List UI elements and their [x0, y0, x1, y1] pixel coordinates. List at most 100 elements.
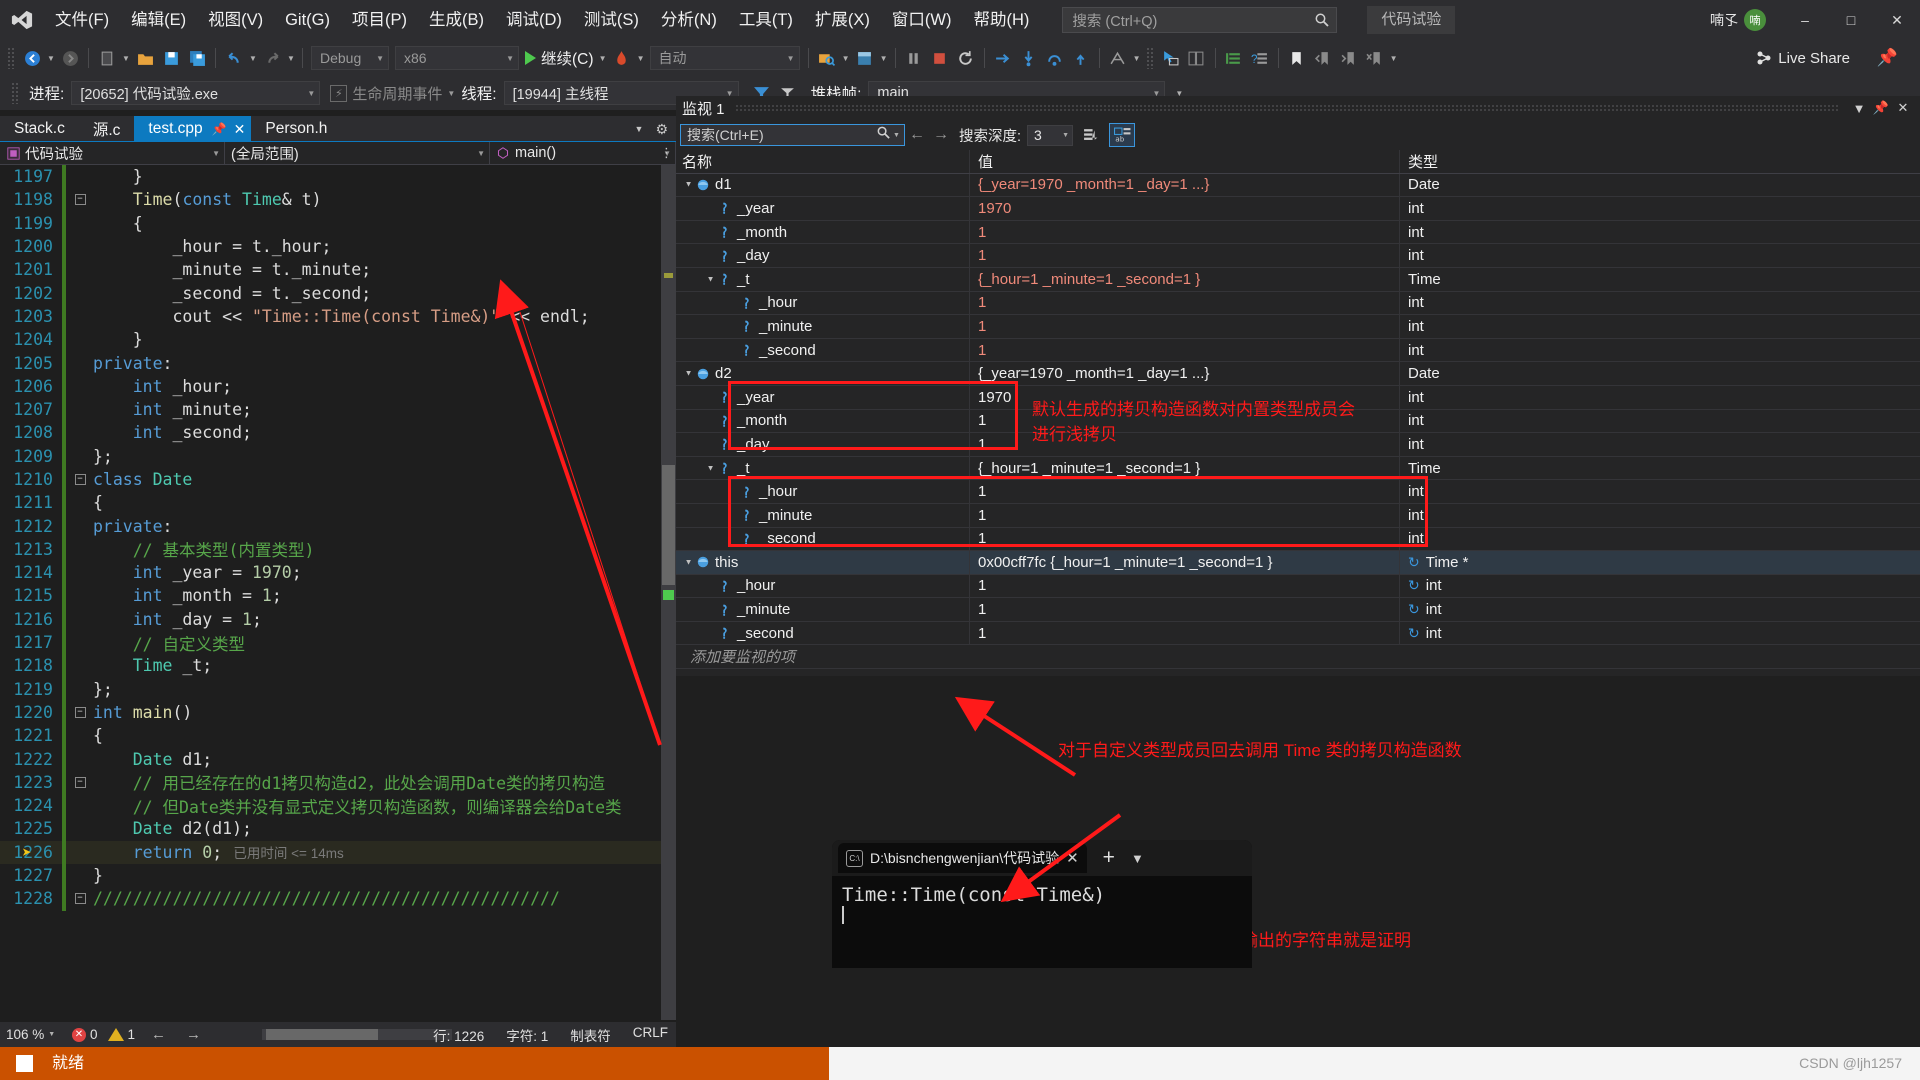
fold-toggle-icon[interactable]: −: [74, 706, 86, 718]
watch-name-cell[interactable]: ▲ this: [676, 551, 970, 574]
code-line[interactable]: 1201 _minute = t._minute;: [0, 258, 676, 282]
menu-analyze[interactable]: 分析(N): [650, 0, 728, 40]
intellicode-dropdown-icon[interactable]: ▼: [1131, 45, 1143, 71]
add-watch-row[interactable]: 添加要监视的项: [676, 645, 1920, 670]
code-line[interactable]: 1205 private:: [0, 351, 676, 375]
clear-bookmarks-icon[interactable]: [1362, 45, 1388, 71]
watch-row[interactable]: _second 1 ↻ int: [676, 621, 1920, 646]
watch-row[interactable]: ▲ d2 {_year=1970 _month=1 _day=1 ...} Date: [676, 362, 1920, 386]
code-line[interactable]: 1228 −///////////////////////////////////…: [0, 887, 676, 911]
redo-dropdown-icon[interactable]: ▼: [285, 45, 297, 71]
code-line[interactable]: 1209};: [0, 444, 676, 468]
search-depth-select[interactable]: 3 ▼: [1027, 124, 1074, 146]
live-share-button[interactable]: Live Share: [1756, 40, 1850, 76]
watch-value-cell[interactable]: 1: [970, 315, 1400, 338]
comment-lines-icon[interactable]: [1221, 45, 1247, 71]
watch-row[interactable]: ▲ this 0x00cff7fc {_hour=1 _minute=1 _seco…: [676, 551, 1920, 575]
fold-gutter[interactable]: −: [69, 776, 91, 788]
code-line[interactable]: 1225 Date d2(d1);: [0, 817, 676, 841]
compare-files-icon[interactable]: [1184, 45, 1210, 71]
pin-icon[interactable]: 📌: [1870, 100, 1892, 116]
watch-name-cell[interactable]: _minute: [676, 503, 970, 527]
step-into-icon[interactable]: [1016, 45, 1042, 71]
watch-name-cell[interactable]: _second: [676, 621, 970, 645]
hex-display-button[interactable]: ab: [1109, 123, 1136, 147]
continue-button[interactable]: 继续(C): [522, 45, 597, 71]
code-line[interactable]: 1227}: [0, 863, 676, 888]
tab-test-cpp[interactable]: test.cpp 📌 ✕: [134, 116, 252, 142]
pin-tab-icon[interactable]: 📌: [212, 122, 227, 136]
tab-stack-c[interactable]: Stack.c: [0, 116, 79, 142]
hscrollbar-thumb[interactable]: [266, 1029, 378, 1040]
code-lines-container[interactable]: 1197 } 1198− Time(const Time& t) 1199 {120…: [0, 165, 676, 1020]
search-options-icon[interactable]: ▼: [891, 132, 902, 139]
expand-collapse-icon[interactable]: ▲: [682, 558, 695, 567]
watch-value-cell[interactable]: 1: [970, 244, 1400, 267]
toolbar-grip-2[interactable]: [1145, 47, 1155, 69]
code-line[interactable]: 1210 − class Date: [0, 467, 676, 492]
attach-dropdown-icon[interactable]: ▼: [840, 45, 852, 71]
watch-name-cell[interactable]: _hour: [676, 480, 970, 503]
watch-name-cell[interactable]: ▲ _t: [676, 456, 970, 480]
continue-dropdown-icon[interactable]: ▼: [597, 45, 609, 71]
code-line[interactable]: 1222 Date d1;: [0, 747, 676, 771]
lifecycle-events-button[interactable]: ⚡ 生命周期事件 ▼: [330, 83, 455, 104]
next-bookmark-icon[interactable]: [1336, 45, 1362, 71]
expand-collapse-icon[interactable]: ▲: [682, 369, 695, 378]
code-line[interactable]: 1221 {: [0, 724, 676, 748]
menu-file[interactable]: 文件(F): [44, 0, 120, 40]
pin-icon[interactable]: 📌: [1877, 48, 1898, 68]
watch-row[interactable]: _year 1970 int: [676, 197, 1920, 221]
watch-row[interactable]: ▲ _t {_hour=1 _minute=1 _second=1 } Time: [676, 267, 1920, 292]
watch-row[interactable]: _month 1 int: [676, 220, 1920, 245]
scope-select[interactable]: (全局范围) ▼: [225, 141, 490, 165]
watch-dropdown-icon[interactable]: ▼: [1848, 101, 1870, 116]
tab-person-h[interactable]: Person.h: [251, 116, 341, 142]
fold-toggle-icon[interactable]: −: [74, 893, 86, 905]
code-line[interactable]: 1218 Time _t;: [0, 654, 676, 678]
refresh-icon[interactable]: ↻: [1408, 554, 1420, 571]
code-line[interactable]: 1214 int _year = 1970;: [0, 561, 676, 585]
watch-name-cell[interactable]: _day: [676, 244, 970, 267]
watch-name-cell[interactable]: ▲ d2: [676, 362, 970, 385]
nav-forward-icon[interactable]: →: [186, 1026, 201, 1043]
attach-to-process-icon[interactable]: [814, 45, 840, 71]
code-line[interactable]: 1199 {: [0, 211, 676, 235]
code-line[interactable]: 1219};: [0, 677, 676, 701]
menu-tools[interactable]: 工具(T): [728, 0, 804, 40]
fold-gutter[interactable]: −: [69, 706, 91, 718]
new-file-dropdown-icon[interactable]: ▼: [120, 45, 132, 71]
menu-window[interactable]: 窗口(W): [881, 0, 963, 40]
redo-icon[interactable]: [259, 45, 285, 71]
code-line[interactable]: 1208 int _second;: [0, 421, 676, 445]
menu-build[interactable]: 生成(B): [418, 0, 495, 40]
menu-help[interactable]: 帮助(H): [962, 0, 1040, 40]
code-line[interactable]: 1207 int _minute;: [0, 397, 676, 422]
process-select[interactable]: [20652] 代码试验.exe ▼: [71, 81, 321, 105]
watch-name-cell[interactable]: _minute: [676, 598, 970, 621]
watch-value-cell[interactable]: 1: [970, 480, 1400, 503]
watch-name-cell[interactable]: _minute: [676, 315, 970, 338]
gear-icon[interactable]: ⚙: [655, 121, 668, 138]
step-out-icon[interactable]: [1068, 45, 1094, 71]
stop-debugging-icon[interactable]: [927, 45, 953, 71]
menu-extensions[interactable]: 扩展(X): [804, 0, 881, 40]
code-line[interactable]: 1212 private:: [0, 514, 676, 538]
navigate-backward-icon[interactable]: [19, 45, 45, 71]
fold-gutter[interactable]: −: [69, 474, 91, 485]
watch-name-cell[interactable]: _year: [676, 197, 970, 220]
watch-value-cell[interactable]: 1: [970, 291, 1400, 315]
code-line[interactable]: 1215 int _month = 1;: [0, 584, 676, 608]
toolbar-grip[interactable]: [7, 47, 16, 69]
code-line[interactable]: 1206 int _hour;: [0, 374, 676, 398]
editor-horizontal-scrollbar[interactable]: [262, 1029, 452, 1040]
project-select[interactable]: 代码试验 ▼: [0, 141, 225, 165]
pin-columns-button[interactable]: [1078, 123, 1104, 147]
debugbar-grip[interactable]: [11, 82, 20, 104]
step-over-icon[interactable]: [1042, 45, 1068, 71]
menu-test[interactable]: 测试(S): [573, 0, 650, 40]
auto-select[interactable]: 自动 ▼: [649, 46, 800, 70]
intellicode-icon[interactable]: [1105, 45, 1131, 71]
new-console-tab-icon[interactable]: +: [1103, 846, 1115, 870]
save-all-icon[interactable]: [184, 45, 210, 71]
